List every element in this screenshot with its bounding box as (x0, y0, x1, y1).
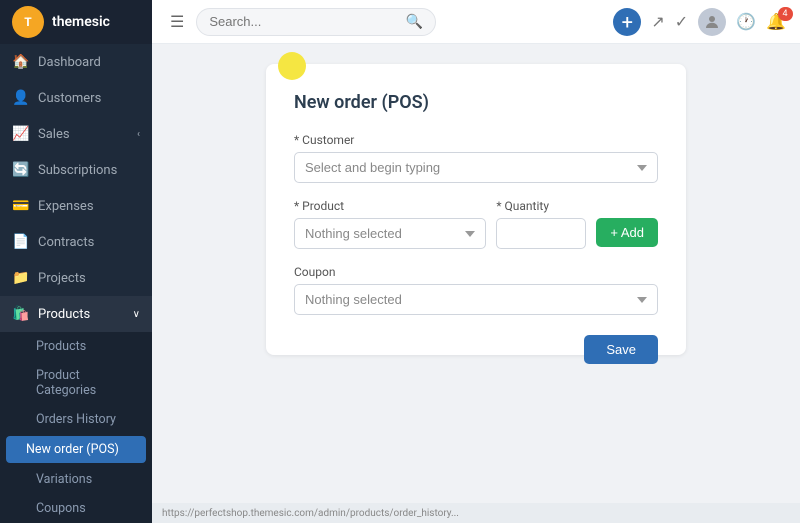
products-list-label: Products (36, 339, 86, 354)
sidebar-item-label: Contracts (38, 235, 140, 250)
status-url: https://perfectshop.themesic.com/admin/p… (162, 508, 459, 519)
statusbar: https://perfectshop.themesic.com/admin/p… (152, 503, 800, 523)
check-icon[interactable]: ✓ (675, 12, 688, 31)
quantity-label: * Quantity (496, 199, 586, 213)
products-submenu: Products Product Categories Orders Histo… (0, 332, 152, 523)
share-icon[interactable]: ↗ (651, 12, 664, 31)
sales-icon: 📈 (12, 125, 30, 143)
sidebar-item-products-list[interactable]: Products (0, 332, 152, 361)
topbar: ☰ 🔍 + ↗ ✓ 🕐 🔔 4 (152, 0, 800, 44)
coupons-label: Coupons (36, 501, 86, 516)
logo: T themesic (0, 0, 152, 44)
save-button[interactable]: Save (584, 335, 658, 364)
main-area: ☰ 🔍 + ↗ ✓ 🕐 🔔 4 New order (POS) * Custom… (152, 0, 800, 523)
sidebar-item-label: Products (38, 307, 133, 322)
new-order-pos-label: New order (POS) (26, 442, 119, 457)
quantity-input[interactable] (496, 218, 586, 249)
product-quantity-row: * Product Nothing selected * Quantity + … (294, 199, 658, 265)
menu-toggle-button[interactable]: ☰ (166, 8, 188, 35)
sidebar-item-subscriptions[interactable]: 🔄 Subscriptions (0, 152, 152, 188)
customers-icon: 👤 (12, 89, 30, 107)
product-label: * Product (294, 199, 486, 213)
sidebar-item-products[interactable]: 🛍️ Products ∨ (0, 296, 152, 332)
variations-label: Variations (36, 472, 92, 487)
coupon-select[interactable]: Nothing selected (294, 284, 658, 315)
sidebar-item-orders-history[interactable]: Orders History (0, 405, 152, 434)
quantity-group: * Quantity (496, 199, 586, 249)
sidebar: T themesic 🏠 Dashboard 👤 Customers 📈 Sal… (0, 0, 152, 523)
sidebar-item-label: Dashboard (38, 55, 140, 70)
add-item-button[interactable]: + Add (596, 218, 658, 247)
sidebar-item-label: Subscriptions (38, 163, 140, 178)
chevron-icon: ‹ (137, 129, 140, 140)
chevron-down-icon: ∨ (133, 309, 140, 320)
sidebar-item-new-order-pos[interactable]: New order (POS) (6, 436, 146, 463)
customer-label: * Customer (294, 133, 658, 147)
product-categories-label: Product Categories (36, 368, 140, 398)
sidebar-item-coupons[interactable]: Coupons (0, 494, 152, 523)
search-input[interactable] (209, 14, 402, 29)
expenses-icon: 💳 (12, 197, 30, 215)
sidebar-item-projects[interactable]: 📁 Projects (0, 260, 152, 296)
notification-bell[interactable]: 🔔 4 (766, 12, 786, 31)
subscriptions-icon: 🔄 (12, 161, 30, 179)
add-button[interactable]: + (613, 8, 641, 36)
product-group: * Product Nothing selected (294, 199, 486, 249)
orders-history-label: Orders History (36, 412, 116, 427)
new-order-form-card: New order (POS) * Customer Select and be… (266, 64, 686, 355)
notification-count: 4 (779, 7, 793, 21)
clock-icon[interactable]: 🕐 (736, 12, 756, 31)
products-icon: 🛍️ (12, 305, 30, 323)
dashboard-icon: 🏠 (12, 53, 30, 71)
sidebar-item-dashboard[interactable]: 🏠 Dashboard (0, 44, 152, 80)
page-indicator (278, 52, 306, 80)
logo-icon: T (12, 6, 44, 38)
projects-icon: 📁 (12, 269, 30, 287)
form-title: New order (POS) (294, 88, 658, 113)
sidebar-item-variations[interactable]: Variations (0, 465, 152, 494)
bell-icon: 🔔 (766, 12, 786, 31)
sidebar-item-label: Expenses (38, 199, 140, 214)
topbar-actions: + ↗ ✓ 🕐 🔔 4 (613, 8, 786, 36)
customer-select[interactable]: Select and begin typing (294, 152, 658, 183)
sidebar-item-contracts[interactable]: 📄 Contracts (0, 224, 152, 260)
sidebar-item-sales[interactable]: 📈 Sales ‹ (0, 116, 152, 152)
logo-text: themesic (52, 14, 110, 30)
sidebar-item-label: Projects (38, 271, 140, 286)
sidebar-item-expenses[interactable]: 💳 Expenses (0, 188, 152, 224)
contracts-icon: 📄 (12, 233, 30, 251)
sidebar-item-label: Sales (38, 127, 137, 142)
sidebar-item-label: Customers (38, 91, 140, 106)
avatar[interactable] (698, 8, 726, 36)
content-area: New order (POS) * Customer Select and be… (152, 44, 800, 503)
coupon-label: Coupon (294, 265, 658, 279)
sidebar-item-product-categories[interactable]: Product Categories (0, 361, 152, 405)
search-icon[interactable]: 🔍 (406, 14, 423, 30)
coupon-group: Coupon Nothing selected (294, 265, 658, 315)
search-box: 🔍 (196, 8, 436, 36)
sidebar-item-customers[interactable]: 👤 Customers (0, 80, 152, 116)
customer-group: * Customer Select and begin typing (294, 133, 658, 183)
product-select[interactable]: Nothing selected (294, 218, 486, 249)
